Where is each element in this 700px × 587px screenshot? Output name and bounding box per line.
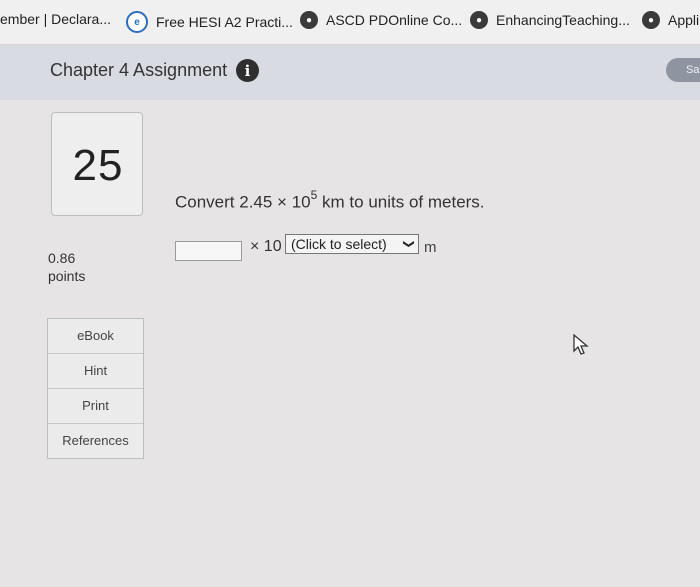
mouse-cursor-icon: [573, 334, 589, 355]
bookmark-appli[interactable]: ● Appli: [642, 11, 699, 29]
resources-panel: eBook Hint Print References: [47, 318, 144, 459]
page-title: Chapter 4 Assignment: [50, 60, 228, 80]
prompt-suffix: km to units of meters.: [317, 192, 485, 212]
print-button[interactable]: Print: [48, 389, 143, 424]
exponent-select-value: (Click to select): [291, 236, 387, 252]
bookmark-label: EnhancingTeaching...: [496, 12, 630, 28]
ebook-button[interactable]: eBook: [48, 319, 143, 354]
hesi-logo-icon: e: [126, 11, 148, 33]
exponent-select[interactable]: (Click to select) ❯: [285, 234, 419, 254]
bookmarks-bar: ember | Declara... e Free HESI A2 Practi…: [0, 0, 700, 45]
points-label: points: [48, 268, 86, 284]
bookmark-label: Appli: [668, 12, 700, 28]
globe-icon: ●: [300, 11, 318, 29]
question-prompt: Convert 2.45 × 105 km to units of meters…: [175, 188, 485, 213]
answer-coefficient-input[interactable]: [175, 241, 242, 261]
hint-button[interactable]: Hint: [48, 354, 143, 389]
bookmark-declaration[interactable]: ember | Declara...: [0, 11, 111, 27]
references-button[interactable]: References: [48, 424, 143, 458]
globe-icon: ●: [470, 11, 488, 29]
bookmark-ascd[interactable]: ● ASCD PDOnline Co...: [300, 11, 462, 29]
question-number: 25: [72, 141, 124, 190]
points-value: 0.86: [48, 250, 76, 266]
bookmark-label: Free HESI A2 Practi...: [156, 14, 293, 30]
bookmark-label: ASCD PDOnline Co...: [326, 12, 463, 28]
bookmark-enhancing-teaching[interactable]: ● EnhancingTeaching...: [470, 11, 630, 29]
prompt-prefix: Convert 2.45 × 10: [175, 192, 311, 212]
chevron-down-icon: ❯: [402, 239, 415, 249]
prompt-exponent: 5: [310, 188, 318, 202]
bookmark-label: ember | Declara...: [0, 11, 112, 27]
info-icon[interactable]: i: [236, 59, 259, 82]
globe-icon: ●: [642, 11, 660, 29]
question-number-box: 25: [51, 112, 143, 216]
times-ten-label: × 10: [250, 238, 282, 255]
save-button[interactable]: Sa: [666, 58, 700, 82]
bookmark-hesi[interactable]: e Free HESI A2 Practi...: [126, 11, 293, 33]
unit-label: m: [424, 239, 437, 256]
